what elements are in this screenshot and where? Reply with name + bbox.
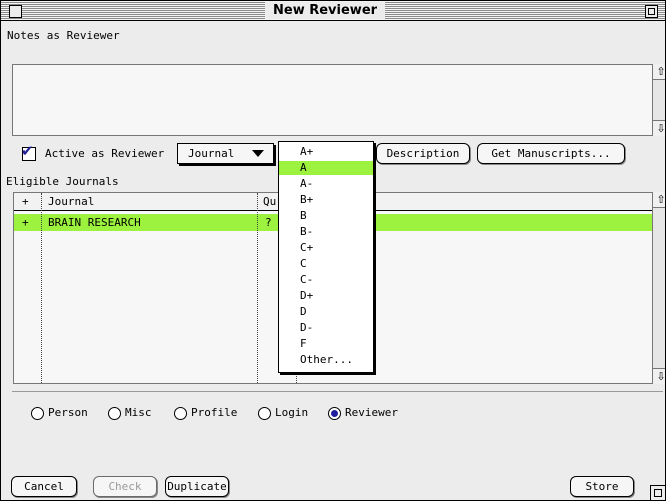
row-quality-cell: ?	[265, 216, 272, 229]
radio-circle-icon	[258, 407, 271, 420]
grade-menu-item-label: C-	[300, 273, 314, 286]
column-header-plus[interactable]: +	[22, 193, 29, 210]
close-box-icon[interactable]	[9, 5, 22, 18]
scroll-down-arrow-icon[interactable]: ⇩	[653, 368, 665, 384]
list-scrollbar[interactable]: ⇧ ⇩	[652, 192, 665, 384]
grade-menu-item-label: A	[300, 161, 307, 174]
grade-menu-item-label: B-	[300, 225, 314, 238]
grade-menu-item-label: D	[300, 305, 307, 318]
radio-circle-icon	[108, 407, 121, 420]
grade-menu-item-label: C+	[300, 241, 314, 254]
radio-label: Person	[48, 406, 88, 419]
check-button[interactable]: Check	[93, 476, 157, 497]
grade-menu-item[interactable]: D+	[279, 289, 373, 303]
grade-menu-item-label: A+	[300, 145, 314, 158]
grade-menu-item[interactable]: Other...	[279, 353, 373, 367]
store-button[interactable]: Store	[570, 476, 634, 497]
eligible-journals-label: Eligible Journals	[6, 175, 119, 188]
column-header-journal[interactable]: Journal	[48, 193, 94, 210]
radio-circle-icon	[31, 407, 44, 420]
grade-dropdown-menu[interactable]: A+ A A- B+ B B- C+ C C- D+ D D- F Other...	[278, 141, 374, 373]
grade-menu-item[interactable]: C+	[279, 241, 373, 255]
new-reviewer-window: New Reviewer Notes as Reviewer ⇧ ⇩ ✔ Act…	[0, 0, 666, 501]
section-divider	[12, 391, 663, 462]
get-manuscripts-button[interactable]: Get Manuscripts...	[477, 143, 625, 164]
grade-menu-item[interactable]: B-	[279, 225, 373, 239]
grade-menu-item[interactable]: C	[279, 257, 373, 271]
scroll-up-arrow-icon[interactable]: ⇧	[653, 192, 665, 208]
journal-popup-value: Journal	[188, 147, 235, 160]
grade-menu-item-label: B+	[300, 193, 314, 206]
window-title: New Reviewer	[265, 2, 386, 19]
grade-menu-item-label: D-	[300, 321, 314, 334]
notes-textarea[interactable]	[12, 64, 653, 136]
notes-label: Notes as Reviewer	[7, 29, 120, 42]
grade-menu-item-label: A-	[300, 177, 314, 190]
dropdown-triangle-icon	[252, 150, 264, 157]
active-reviewer-checkbox[interactable]: ✔	[21, 142, 36, 161]
radio-circle-icon	[174, 407, 187, 420]
radio-label: Login	[275, 406, 309, 419]
notes-scrollbar[interactable]: ⇧ ⇩	[652, 64, 665, 136]
duplicate-button[interactable]: Duplicate	[165, 476, 229, 497]
scroll-up-arrow-icon[interactable]: ⇧	[653, 64, 665, 80]
grade-menu-item[interactable]: F	[279, 337, 373, 351]
radio-label: Profile	[191, 406, 238, 419]
grade-menu-item-label: C	[300, 257, 307, 270]
checkmark-icon: ✔	[21, 142, 34, 160]
radio-circle-icon	[328, 407, 341, 420]
grade-menu-item-label: D+	[300, 289, 314, 302]
grade-menu-item[interactable]: A+	[279, 145, 373, 159]
title-bar[interactable]: New Reviewer	[1, 1, 665, 21]
grade-menu-item-label: Other...	[300, 353, 353, 366]
column-divider	[41, 193, 42, 383]
resize-grow-box-icon[interactable]	[650, 485, 665, 500]
grade-menu-item[interactable]: A-	[279, 177, 373, 191]
scroll-down-arrow-icon[interactable]: ⇩	[653, 120, 665, 136]
grade-menu-item[interactable]: B	[279, 209, 373, 223]
grade-menu-item[interactable]: D	[279, 305, 373, 319]
row-plus-cell: +	[22, 216, 29, 229]
radio-label: Misc	[125, 406, 152, 419]
grade-menu-item[interactable]: A	[279, 161, 373, 175]
cancel-button[interactable]: Cancel	[11, 476, 77, 497]
journal-popup-menu[interactable]: Journal	[177, 143, 274, 164]
column-header-quality[interactable]: Qu	[263, 193, 276, 210]
grade-menu-item[interactable]: C-	[279, 273, 373, 287]
radio-label: Reviewer	[345, 406, 398, 419]
description-button[interactable]: Description	[376, 143, 470, 164]
zoom-box-icon[interactable]	[645, 5, 658, 18]
grade-menu-item-label: F	[300, 337, 307, 350]
row-journal-cell: BRAIN RESEARCH	[48, 216, 141, 229]
column-divider	[257, 193, 258, 383]
grade-menu-item-label: B	[300, 209, 307, 222]
grade-menu-item[interactable]: D-	[279, 321, 373, 335]
grade-menu-item[interactable]: B+	[279, 193, 373, 207]
active-reviewer-label: Active as Reviewer	[45, 147, 165, 160]
